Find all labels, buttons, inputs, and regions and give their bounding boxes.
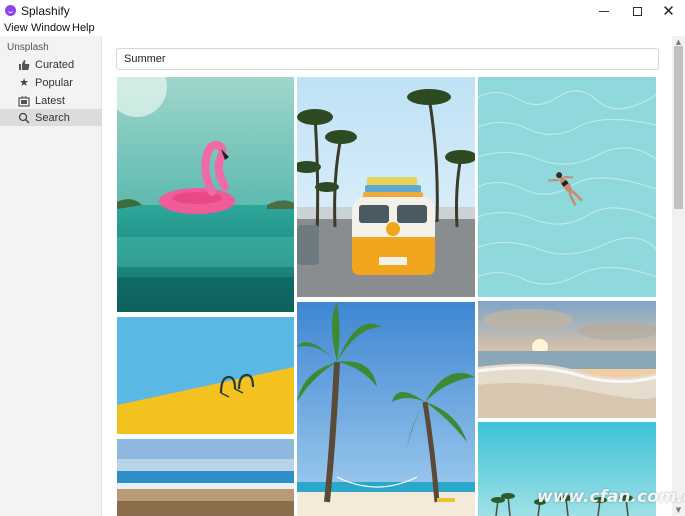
photo-flamingo-float[interactable]	[117, 77, 294, 312]
sidebar-item-latest[interactable]: Latest	[0, 92, 102, 109]
close-icon: ✕	[662, 1, 675, 20]
latest-icon	[18, 95, 30, 107]
window-title: Splashify	[21, 4, 70, 18]
app-logo-icon	[5, 5, 16, 16]
menu-view[interactable]: View	[4, 22, 28, 34]
photo-vw-van[interactable]	[297, 77, 475, 297]
sidebar-item-label: Curated	[35, 58, 75, 71]
menu-window[interactable]: Window	[31, 22, 70, 34]
sidebar-item-search[interactable]: Search	[0, 109, 102, 126]
close-button[interactable]: ✕	[652, 0, 685, 22]
menu-bar: View Window Help	[0, 22, 685, 36]
minimize-button[interactable]	[587, 0, 620, 22]
sidebar: Unsplash Curated ★ Popular Latest Search	[0, 36, 102, 516]
scrollbar-thumb[interactable]	[674, 46, 683, 209]
maximize-button[interactable]	[621, 0, 654, 22]
sidebar-section-title: Unsplash	[7, 42, 49, 53]
photo-beach-sunset[interactable]	[478, 301, 656, 418]
thumbs-up-icon	[18, 59, 30, 71]
maximize-icon	[633, 6, 642, 16]
main-content	[103, 36, 685, 516]
sidebar-item-label: Popular	[35, 76, 73, 89]
menu-help[interactable]: Help	[72, 22, 95, 34]
photo-pool-ladder[interactable]	[117, 317, 294, 434]
scrollbar[interactable]: ▲ ▼	[672, 36, 685, 516]
sidebar-item-curated[interactable]: Curated	[0, 56, 102, 73]
photo-swimmer-aerial[interactable]	[478, 77, 656, 297]
sidebar-item-label: Search	[35, 111, 70, 124]
watermark: www.cfan.com.cn	[537, 487, 685, 507]
photo-palm-trees[interactable]	[297, 302, 475, 516]
title-bar: Splashify ✕	[0, 0, 685, 22]
minimize-icon	[598, 10, 609, 12]
star-icon: ★	[19, 76, 29, 89]
search-icon	[18, 112, 30, 124]
search-input[interactable]	[116, 48, 659, 70]
sidebar-item-label: Latest	[35, 94, 65, 107]
photo-blurred-beach[interactable]	[117, 439, 294, 516]
sidebar-item-popular[interactable]: ★ Popular	[0, 74, 102, 91]
